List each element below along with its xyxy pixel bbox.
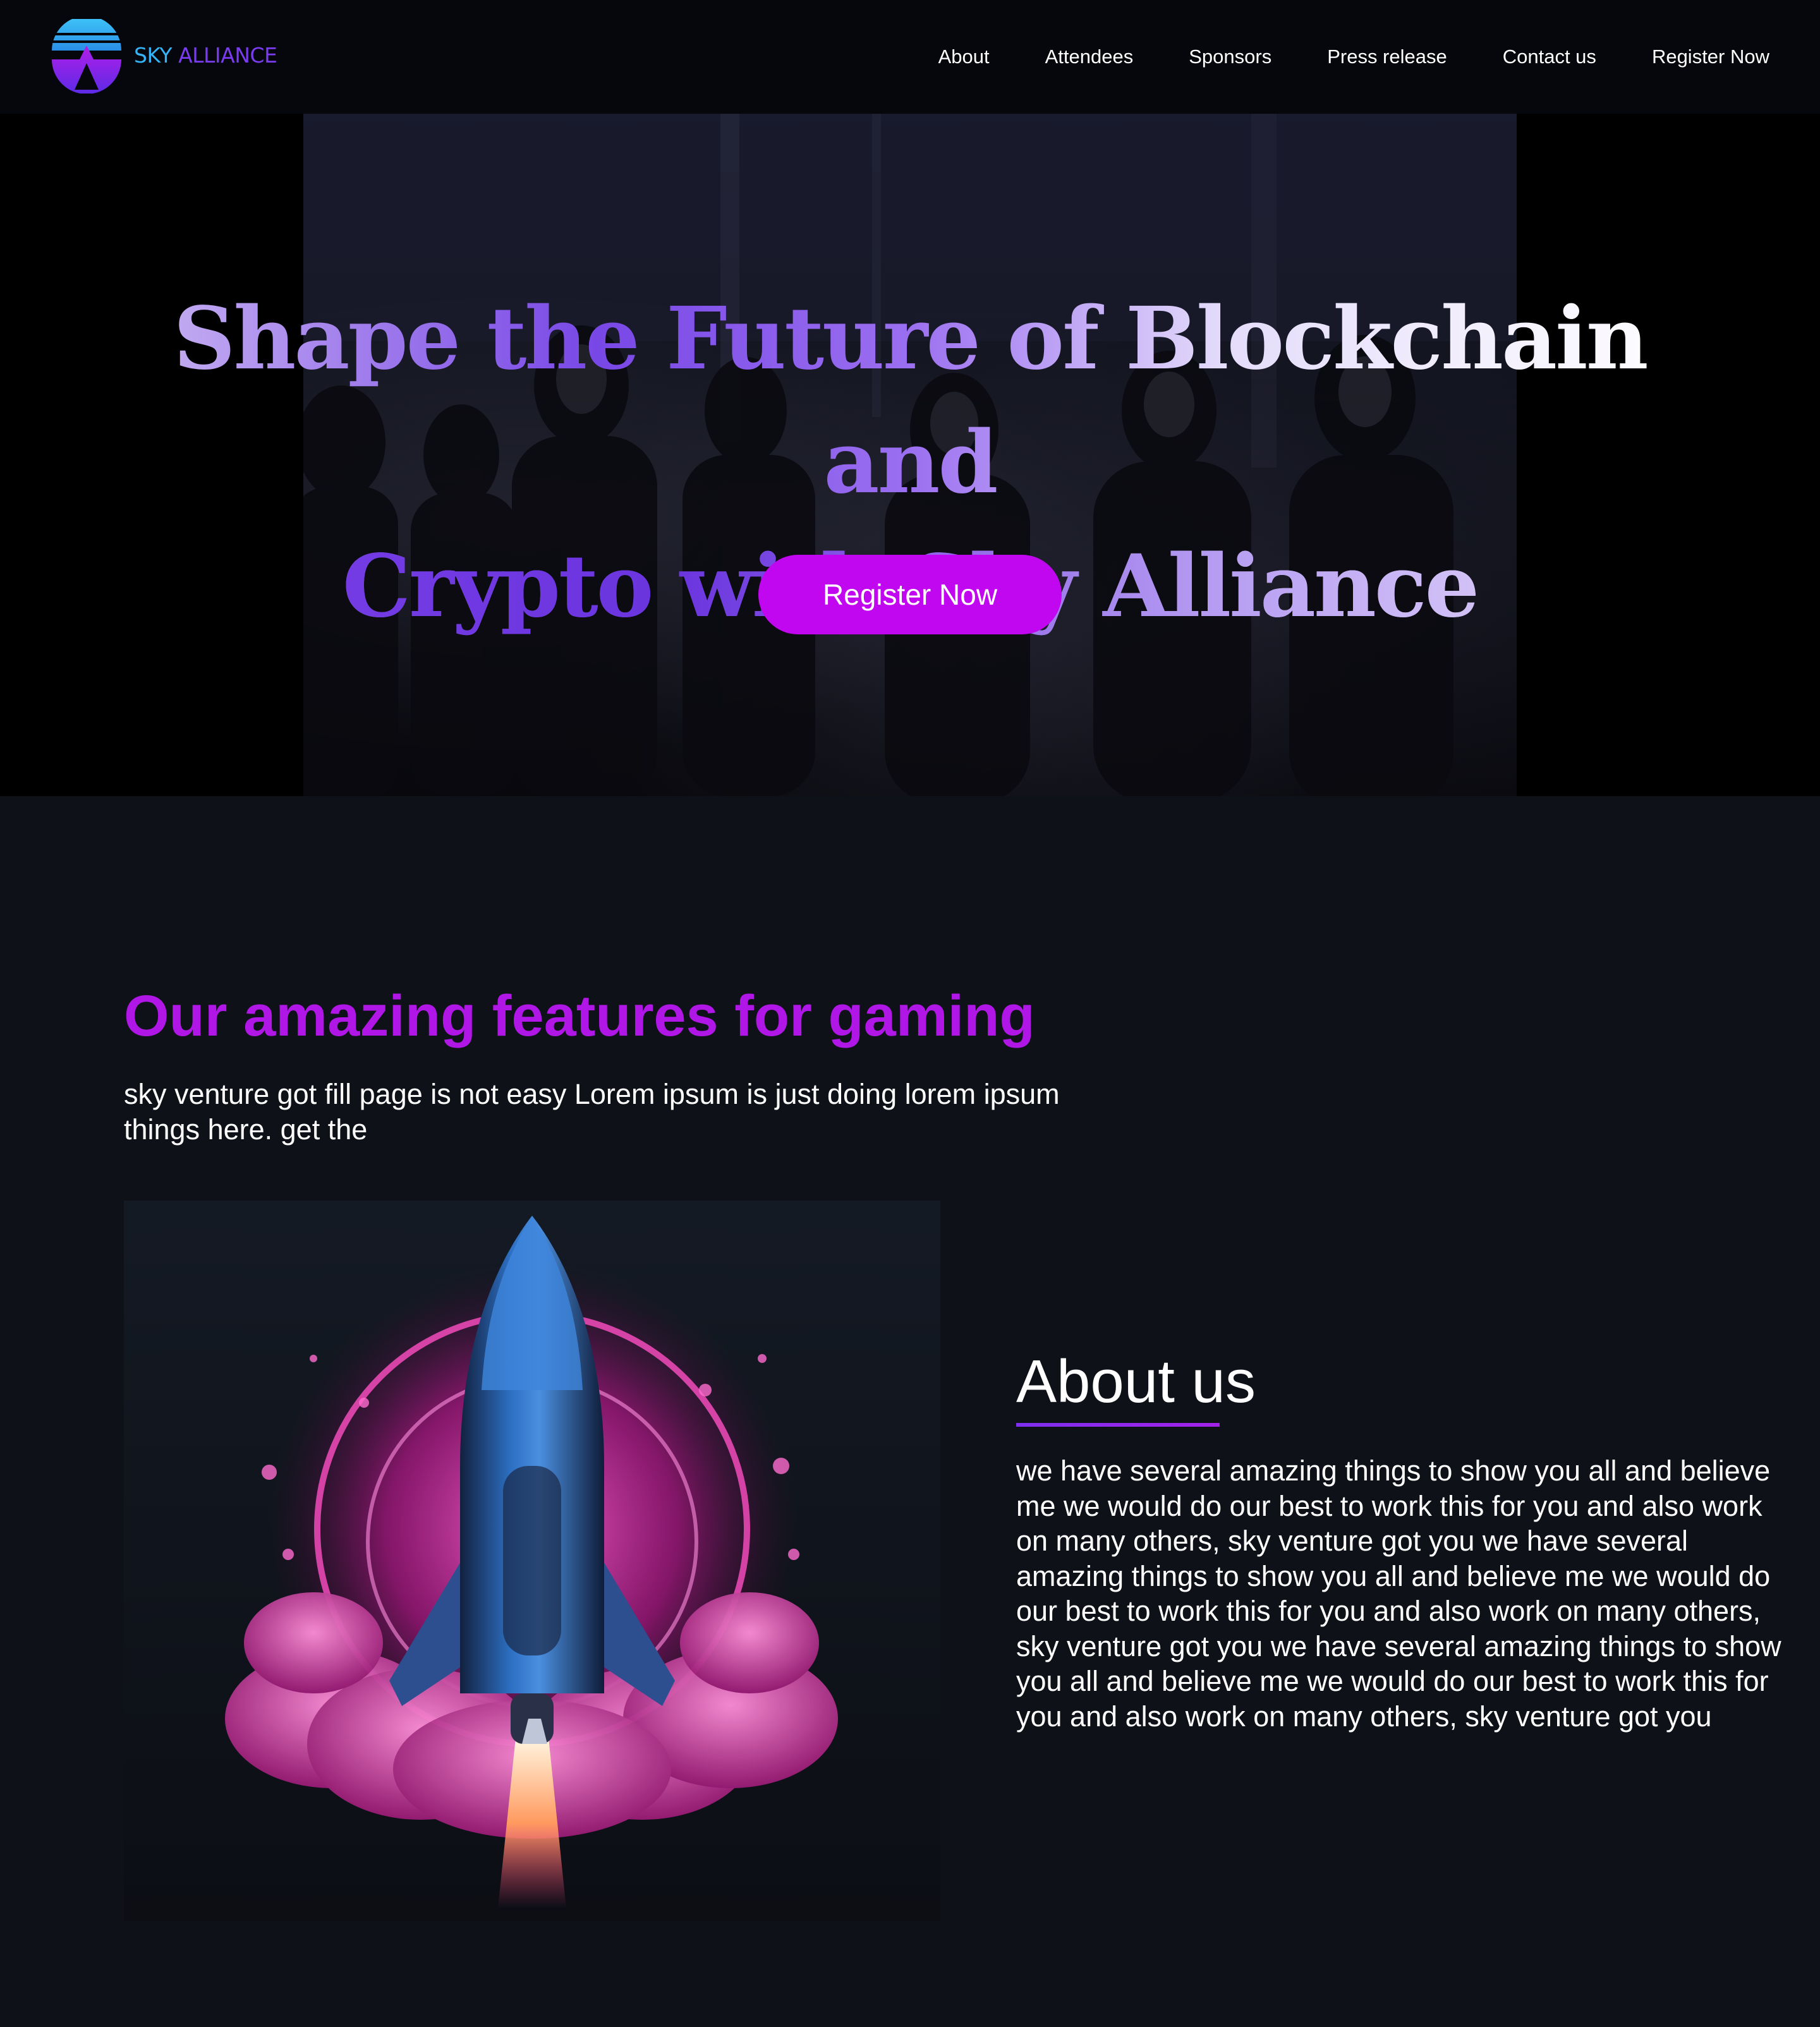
brand-name-sky: SKY xyxy=(134,43,173,68)
nav-attendees[interactable]: Attendees xyxy=(1045,45,1134,68)
nav-contact-us[interactable]: Contact us xyxy=(1503,45,1596,68)
hero-section: Shape the Future of Blockchain and Crypt… xyxy=(0,114,1820,796)
about-heading: About us xyxy=(1016,1348,1256,1415)
rocket-launch-image xyxy=(124,1201,940,1921)
logo-mark-icon xyxy=(52,19,121,94)
nav-press-release[interactable]: Press release xyxy=(1327,45,1447,68)
rocket-illustration xyxy=(225,1216,838,1908)
hero-headline-line1: Shape the Future of Blockchain and xyxy=(173,288,1647,513)
nav-register-now[interactable]: Register Now xyxy=(1652,45,1769,68)
nav-about[interactable]: About xyxy=(938,45,990,68)
about-body: we have several amazing things to show y… xyxy=(1016,1455,1781,1733)
hero-register-button[interactable]: Register Now xyxy=(758,555,1062,634)
nav-links: About Attendees Sponsors Press release C… xyxy=(938,42,1769,72)
features-heading: Our amazing features for gaming xyxy=(124,984,1035,1048)
brand-name: SKY ALLIANCE xyxy=(134,43,277,68)
top-navigation: SKY ALLIANCE About Attendees Sponsors Pr… xyxy=(0,0,1820,114)
brand-name-alliance: ALLIANCE xyxy=(178,43,277,68)
brand-logo[interactable]: SKY ALLIANCE xyxy=(49,19,277,95)
features-description: sky venture got fill page is not easy Lo… xyxy=(124,1078,1060,1146)
about-heading-underline xyxy=(1016,1423,1220,1427)
nav-sponsors[interactable]: Sponsors xyxy=(1189,45,1271,68)
